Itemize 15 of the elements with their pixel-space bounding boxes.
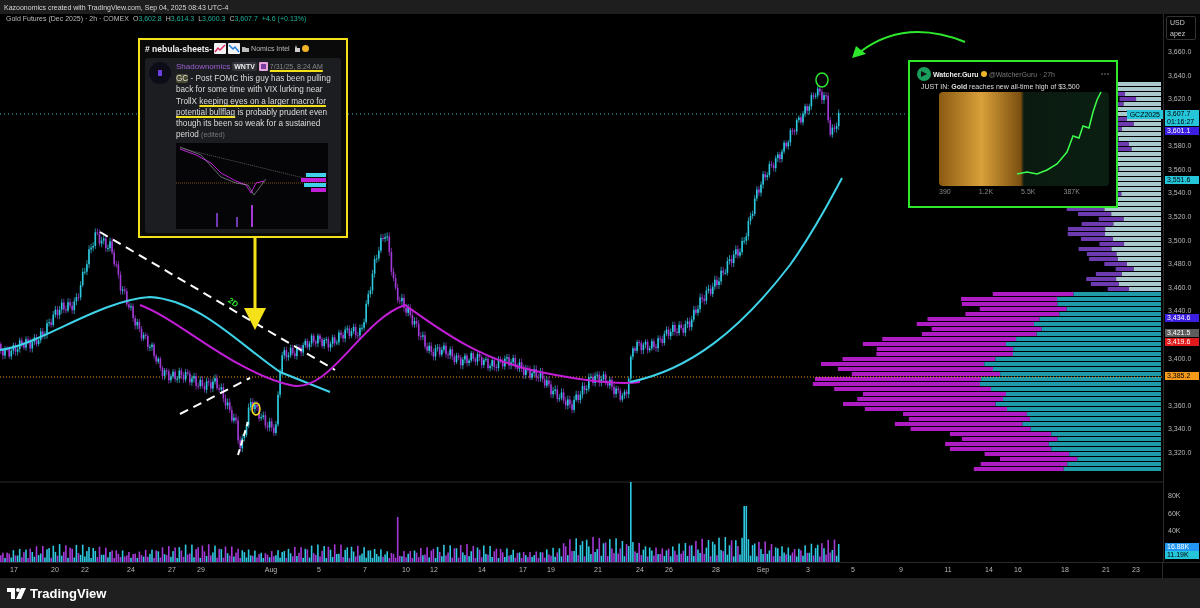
- highlight-circle: [251, 402, 261, 416]
- avatar-icon: [149, 62, 171, 84]
- brand-name: TradingView: [30, 585, 107, 601]
- folder-icon: [242, 45, 250, 52]
- trend-line: [237, 421, 249, 456]
- tradingview-logo-icon: [7, 587, 27, 599]
- trend-line: [179, 377, 251, 415]
- channel-name: # nebula-sheets-: [145, 43, 213, 54]
- author-name: Shadownomics: [176, 62, 231, 71]
- avatar-icon: [917, 67, 931, 81]
- highlight-circle: [815, 72, 829, 88]
- chart-down-icon: [228, 43, 241, 54]
- role-icon: [258, 62, 268, 71]
- timeframe-label: 2D: [226, 295, 240, 310]
- chart-up-icon: [214, 43, 227, 54]
